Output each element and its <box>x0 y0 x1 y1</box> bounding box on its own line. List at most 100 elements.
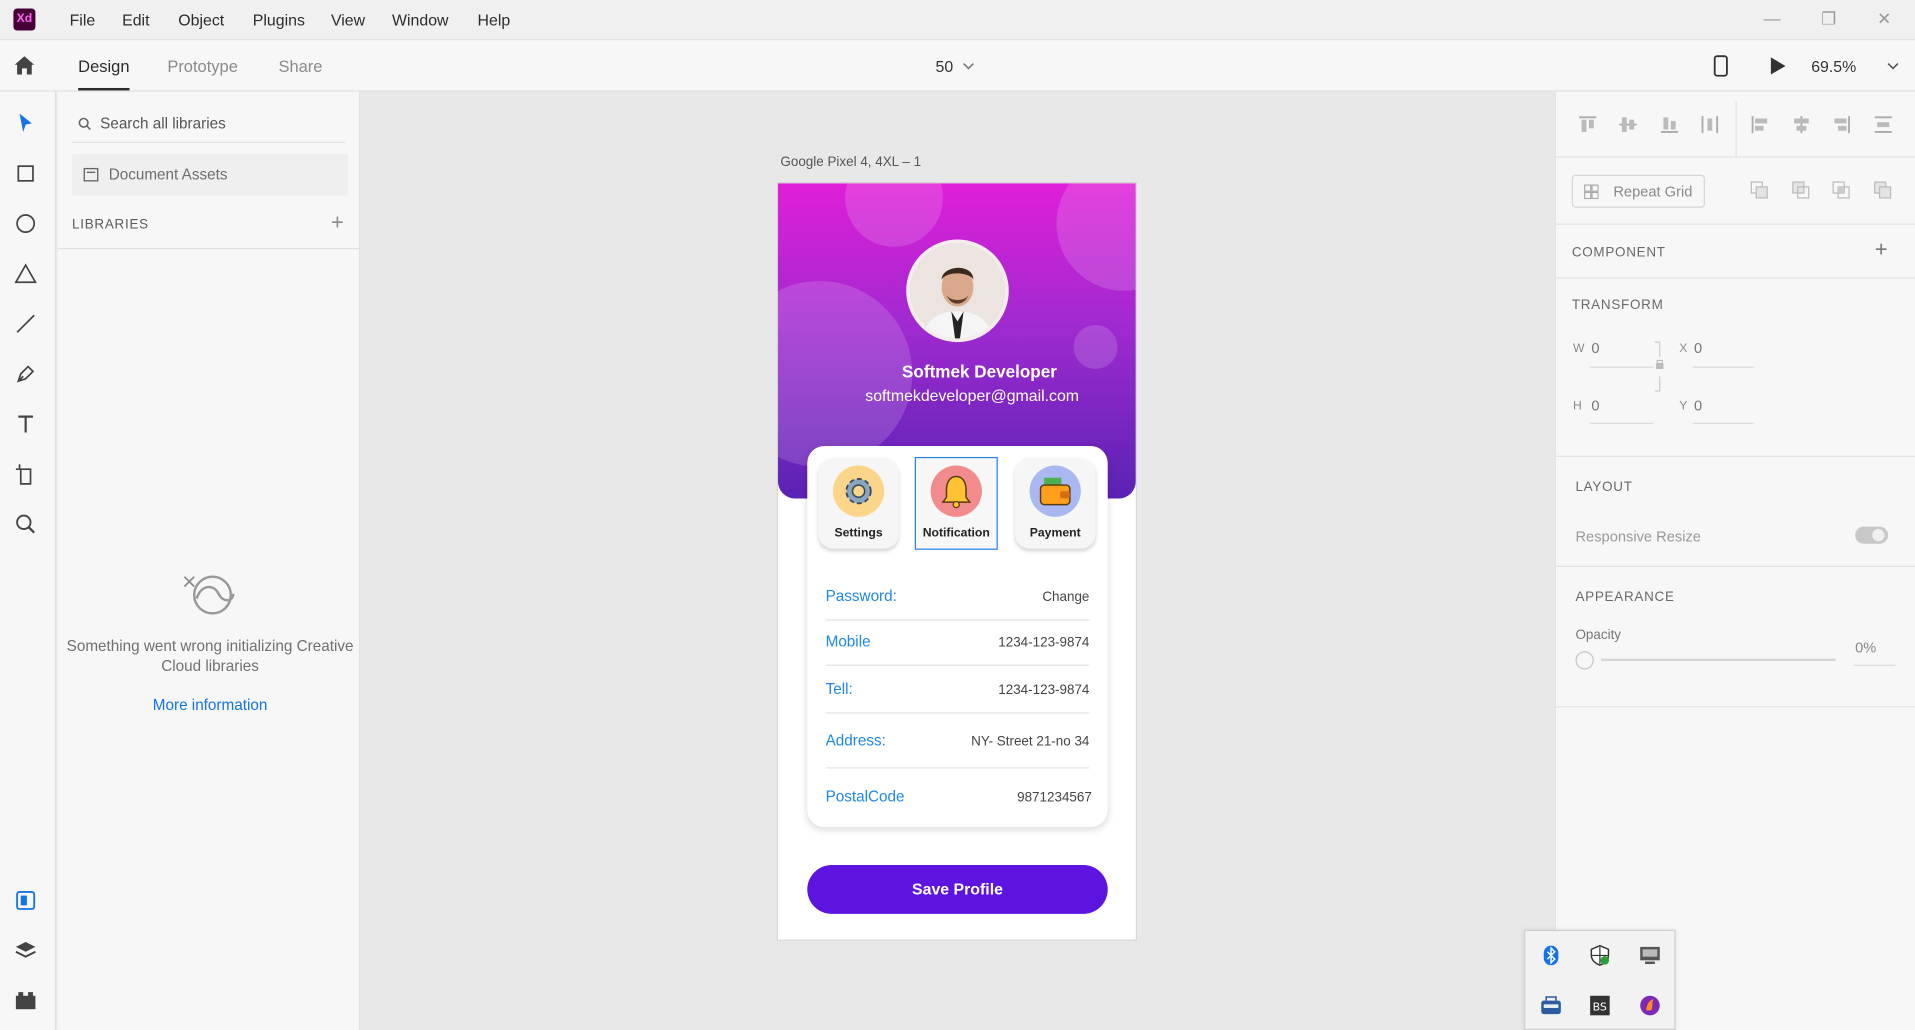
system-tray-overflow: BS <box>1524 929 1676 1030</box>
component-section: COMPONENT + <box>1555 225 1915 279</box>
chevron-down-icon[interactable] <box>962 61 974 71</box>
gear-icon <box>832 465 885 517</box>
add-library-icon[interactable]: + <box>331 210 344 236</box>
pen-tool-icon[interactable] <box>13 362 37 386</box>
artboard-tool-icon[interactable] <box>13 462 37 486</box>
info-row-password[interactable]: Password: Change <box>825 583 1090 621</box>
align-middle-icon[interactable] <box>1618 115 1638 135</box>
opacity-slider-track[interactable] <box>1601 658 1836 661</box>
notification-tile[interactable]: Notification <box>914 456 998 550</box>
restore-icon[interactable]: ❐ <box>1821 9 1836 30</box>
media-app-icon[interactable] <box>1639 995 1661 1017</box>
info-row-tell[interactable]: Tell: 1234-123-9874 <box>825 666 1090 714</box>
device-preview-icon[interactable] <box>1713 55 1728 77</box>
align-center-icon[interactable] <box>1792 115 1812 135</box>
tab-design[interactable]: Design <box>78 57 130 91</box>
width-input[interactable]: 0 <box>1591 340 1599 357</box>
repeat-grid-button[interactable]: Repeat Grid <box>1571 174 1705 208</box>
info-row-mobile[interactable]: Mobile 1234-123-9874 <box>825 621 1090 666</box>
settings-label: Settings <box>834 526 883 541</box>
document-icon <box>83 167 99 182</box>
menu-file[interactable]: File <box>70 11 96 29</box>
add-component-icon[interactable]: + <box>1875 237 1888 263</box>
svg-text:BS: BS <box>1593 1000 1607 1013</box>
distribute-vertical-icon[interactable] <box>1873 115 1893 135</box>
rectangle-tool-icon[interactable] <box>13 161 37 185</box>
menu-window[interactable]: Window <box>392 11 448 29</box>
input-underline <box>1590 422 1654 424</box>
x-label: X <box>1679 342 1688 356</box>
info-row-address[interactable]: Address: NY- Street 21-no 34 <box>825 714 1090 769</box>
x-input[interactable]: 0 <box>1694 340 1702 357</box>
minimize-icon[interactable]: — <box>1764 9 1781 29</box>
more-information-link[interactable]: More information <box>57 696 362 713</box>
boolean-add-icon[interactable] <box>1750 181 1770 201</box>
plugins-panel-icon[interactable] <box>13 988 37 1012</box>
zoom-tool-icon[interactable] <box>13 512 37 536</box>
close-icon[interactable]: ✕ <box>1877 9 1891 30</box>
display-icon[interactable] <box>1639 944 1661 966</box>
boolean-subtract-icon[interactable] <box>1792 181 1812 201</box>
play-icon[interactable] <box>1770 56 1787 76</box>
responsive-resize-label: Responsive Resize <box>1575 527 1701 545</box>
settings-tile[interactable]: Settings <box>818 458 899 549</box>
tab-prototype[interactable]: Prototype <box>167 57 238 75</box>
home-icon[interactable] <box>13 55 35 76</box>
lock-aspect-icon[interactable] <box>1654 340 1666 394</box>
decor-bubble <box>1056 183 1136 291</box>
align-top-icon[interactable] <box>1578 115 1598 135</box>
network-drive-icon[interactable] <box>1540 995 1562 1017</box>
save-profile-button[interactable]: Save Profile <box>807 865 1108 914</box>
bluetooth-icon[interactable] <box>1540 944 1562 966</box>
align-bottom-icon[interactable] <box>1660 115 1680 135</box>
opacity-slider-handle[interactable] <box>1575 651 1594 670</box>
menu-edit[interactable]: Edit <box>122 11 149 29</box>
info-row-postalcode[interactable]: PostalCode 9871234567 <box>826 769 1092 818</box>
menu-plugins[interactable]: Plugins <box>253 11 305 29</box>
payment-tile[interactable]: Payment <box>1014 458 1096 549</box>
assets-panel-icon[interactable] <box>13 888 37 912</box>
zoom-level[interactable]: 69.5% <box>1811 57 1856 75</box>
boolean-exclude-icon[interactable] <box>1873 181 1893 201</box>
security-shield-icon[interactable] <box>1589 944 1611 966</box>
input-underline <box>1692 366 1754 368</box>
xd-logo-icon: Xd <box>13 8 36 31</box>
menu-object[interactable]: Object <box>178 11 224 29</box>
row-key: Password: <box>825 587 897 605</box>
align-right-icon[interactable] <box>1832 115 1852 135</box>
row-value[interactable]: Change <box>1042 590 1089 605</box>
input-underline <box>1590 366 1654 368</box>
artboard-label[interactable]: Google Pixel 4, 4XL – 1 <box>780 155 921 170</box>
profile-name: Softmek Developer <box>902 361 1057 382</box>
zoom-dropdown-icon[interactable] <box>1887 61 1899 71</box>
boolean-intersect-icon[interactable] <box>1832 181 1852 201</box>
y-input[interactable]: 0 <box>1694 397 1702 414</box>
height-input[interactable]: 0 <box>1591 397 1599 414</box>
layers-panel-icon[interactable] <box>13 938 37 962</box>
text-tool-icon[interactable] <box>13 412 37 436</box>
distribute-horizontal-icon[interactable] <box>1700 115 1720 135</box>
tab-share[interactable]: Share <box>278 57 322 75</box>
line-tool-icon[interactable] <box>13 312 37 336</box>
artboard[interactable]: Softmek Developer softmekdeveloper@gmail… <box>777 183 1136 940</box>
menu-help[interactable]: Help <box>478 11 511 29</box>
opacity-label: Opacity <box>1575 628 1622 643</box>
grid-value[interactable]: 50 <box>936 57 954 75</box>
app-tray-icon[interactable]: BS <box>1589 995 1611 1017</box>
menu-bar: Xd File Edit Object Plugins View Window … <box>0 0 1915 41</box>
menu-view[interactable]: View <box>331 11 365 29</box>
ellipse-tool-icon[interactable] <box>13 211 37 235</box>
library-search-input[interactable]: Search all libraries <box>72 106 346 143</box>
divider <box>1735 101 1737 158</box>
align-left-icon[interactable] <box>1750 115 1770 135</box>
transform-title: TRANSFORM <box>1571 298 1664 313</box>
profile-photo <box>909 243 1006 339</box>
opacity-input[interactable]: 0% <box>1855 639 1876 656</box>
row-value: NY- Street 21-no 34 <box>971 734 1090 749</box>
document-assets-item[interactable]: Document Assets <box>72 153 349 196</box>
responsive-resize-toggle[interactable] <box>1855 526 1889 544</box>
layout-title: LAYOUT <box>1575 480 1633 495</box>
document-assets-label: Document Assets <box>108 166 228 184</box>
select-tool-icon[interactable] <box>13 111 37 135</box>
polygon-tool-icon[interactable] <box>13 261 37 285</box>
